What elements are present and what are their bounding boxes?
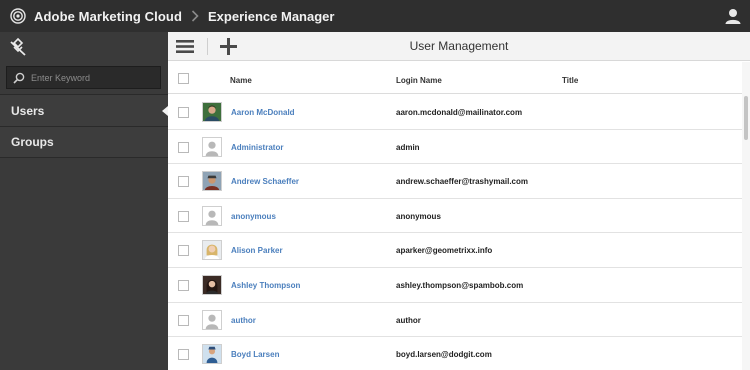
row-checkbox[interactable]	[178, 314, 189, 326]
scrollbar-thumb[interactable]	[744, 96, 748, 140]
user-name-link[interactable]: Aaron McDonald	[231, 108, 295, 117]
login-name: aparker@geometrixx.info	[396, 246, 493, 256]
table-header: Name Login Name Title	[168, 62, 742, 94]
column-header-login[interactable]: Login Name	[396, 76, 442, 85]
row-checkbox[interactable]	[178, 141, 189, 153]
add-icon[interactable]	[220, 38, 237, 55]
search-input[interactable]	[31, 72, 151, 83]
row-checkbox[interactable]	[178, 349, 189, 361]
row-checkbox[interactable]	[178, 107, 189, 118]
avatar	[202, 309, 222, 330]
page-title: User Management	[409, 39, 509, 53]
table-row[interactable]: anonymous anonymous	[168, 199, 742, 234]
sidebar: Users Groups	[0, 32, 168, 370]
avatar	[202, 102, 222, 122]
table-row[interactable]: Andrew Schaeffer andrew.schaeffer@trashy…	[168, 164, 742, 199]
login-name: ashley.thompson@spambob.com	[396, 280, 524, 290]
sidebar-item-label: Users	[11, 103, 45, 118]
vertical-scrollbar[interactable]	[742, 62, 750, 370]
toolbar-divider	[207, 38, 208, 55]
login-name: admin	[396, 142, 420, 152]
table-row[interactable]: Aaron McDonald aaron.mcdonald@mailinator…	[168, 95, 742, 130]
user-name-link[interactable]: Ashley Thompson	[231, 281, 300, 290]
table-row[interactable]: Ashley Thompson ashley.thompson@spambob.…	[168, 268, 742, 303]
row-checkbox[interactable]	[178, 245, 189, 257]
product-name[interactable]: Experience Manager	[208, 9, 334, 24]
table-row[interactable]: Boyd Larsen boyd.larsen@dodgit.com	[168, 337, 742, 370]
avatar	[202, 274, 222, 295]
sidebar-item-groups[interactable]: Groups	[0, 126, 168, 158]
row-checkbox[interactable]	[178, 210, 189, 222]
select-all-checkbox[interactable]	[178, 73, 189, 84]
column-header-title[interactable]: Title	[562, 76, 578, 85]
user-name-link[interactable]: Boyd Larsen	[231, 350, 279, 359]
user-name-link[interactable]: author	[231, 316, 256, 325]
search-icon	[13, 72, 25, 84]
search-field	[6, 66, 161, 89]
user-name-link[interactable]: anonymous	[231, 212, 276, 221]
avatar	[202, 171, 222, 192]
row-checkbox[interactable]	[178, 279, 189, 291]
user-name-link[interactable]: Administrator	[231, 143, 283, 152]
avatar	[202, 240, 222, 261]
login-name: aaron.mcdonald@mailinator.com	[396, 108, 523, 117]
avatar	[202, 205, 222, 226]
login-name: anonymous	[396, 211, 441, 221]
avatar	[202, 344, 222, 365]
table-row[interactable]: author author	[168, 303, 742, 338]
sidebar-nav: Users Groups	[0, 94, 168, 158]
user-icon[interactable]	[724, 7, 742, 25]
table-row[interactable]: Alison Parker aparker@geometrixx.info	[168, 233, 742, 268]
login-name: author	[396, 315, 421, 325]
experience-manager-icon[interactable]	[8, 37, 28, 57]
chevron-right-icon	[191, 10, 199, 22]
login-name: boyd.larsen@dodgit.com	[396, 350, 492, 360]
login-name: andrew.schaeffer@trashymail.com	[396, 177, 528, 187]
user-name-link[interactable]: Andrew Schaeffer	[231, 177, 299, 186]
user-list: Aaron McDonald aaron.mcdonald@mailinator…	[168, 95, 742, 370]
brand-name[interactable]: Adobe Marketing Cloud	[34, 9, 182, 24]
user-name-link[interactable]: Alison Parker	[231, 246, 283, 255]
adobe-marketing-cloud-logo[interactable]	[10, 8, 26, 24]
avatar	[202, 136, 222, 157]
table-row[interactable]: Administrator admin	[168, 130, 742, 165]
sidebar-item-users[interactable]: Users	[0, 94, 168, 126]
sidebar-item-label: Groups	[11, 135, 54, 149]
toolbar: User Management	[168, 32, 750, 61]
column-header-name[interactable]: Name	[230, 76, 252, 85]
rail-toggle-icon[interactable]	[176, 39, 194, 54]
row-checkbox[interactable]	[178, 176, 189, 188]
top-bar: Adobe Marketing Cloud Experience Manager	[0, 0, 750, 32]
main-panel: User Management Name Login Name Title Aa…	[168, 32, 750, 370]
